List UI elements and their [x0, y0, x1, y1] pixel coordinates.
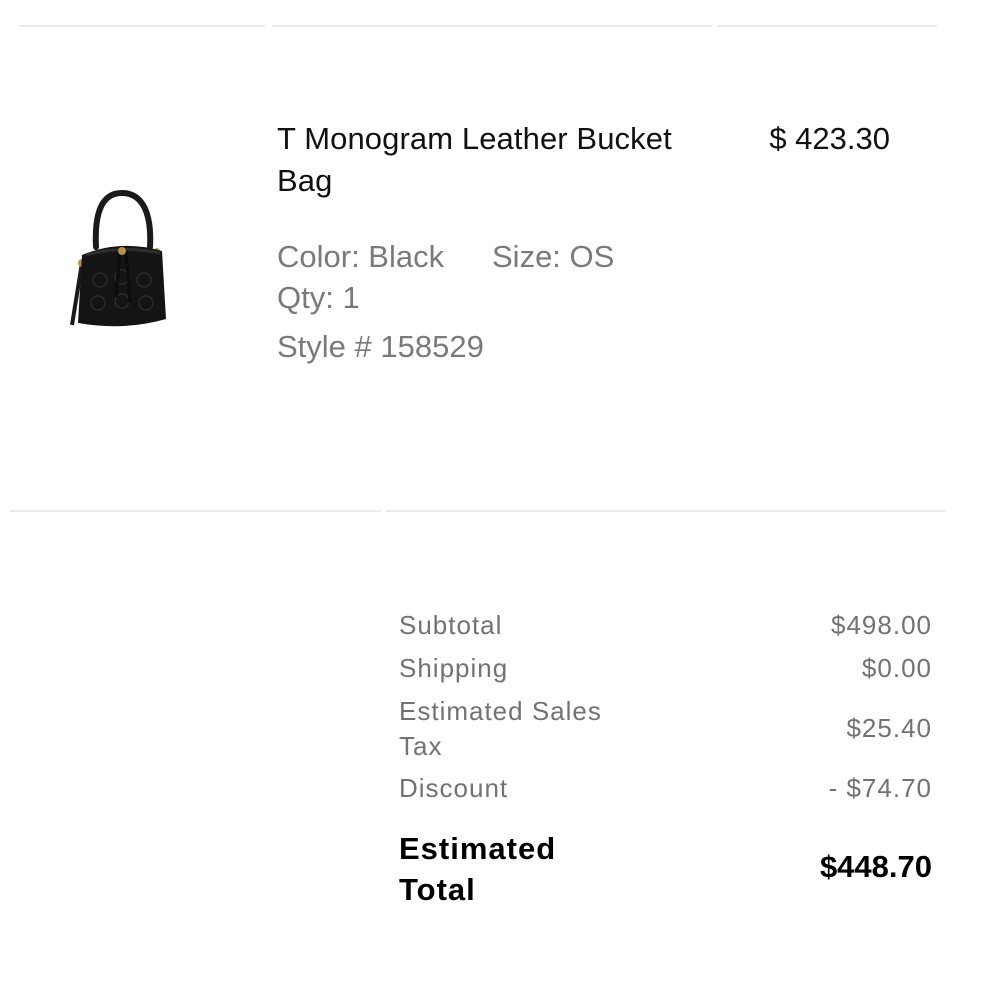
top-divider-right: [717, 25, 937, 27]
middle-divider-left: [10, 510, 381, 512]
top-divider-left: [18, 25, 265, 27]
discount-label: Discount: [399, 773, 509, 803]
product-color: Color: Black: [277, 239, 445, 274]
product-style-number: Style # 158529: [277, 329, 484, 364]
product-size: Size: OS: [492, 239, 615, 274]
shipping-label: Shipping: [399, 653, 509, 683]
subtotal-value: $498.00: [831, 610, 932, 640]
product-price: $ 423.30: [769, 121, 890, 156]
tax-label: Estimated Sales Tax: [399, 696, 602, 761]
product-qty: Qty: 1: [277, 280, 360, 315]
product-image[interactable]: [60, 185, 172, 335]
tax-value: $25.40: [846, 713, 932, 743]
product-title[interactable]: T Monogram Leather Bucket Bag: [277, 118, 722, 202]
top-divider-center: [272, 25, 712, 27]
shipping-value: $0.00: [861, 653, 932, 683]
estimated-total-label: Estimated Total: [399, 831, 557, 907]
estimated-total-value: $448.70: [819, 849, 932, 884]
middle-divider-right: [386, 510, 945, 512]
discount-value: - $74.70: [828, 773, 932, 803]
subtotal-label: Subtotal: [399, 610, 503, 640]
bucket-bag-icon: [70, 189, 166, 327]
